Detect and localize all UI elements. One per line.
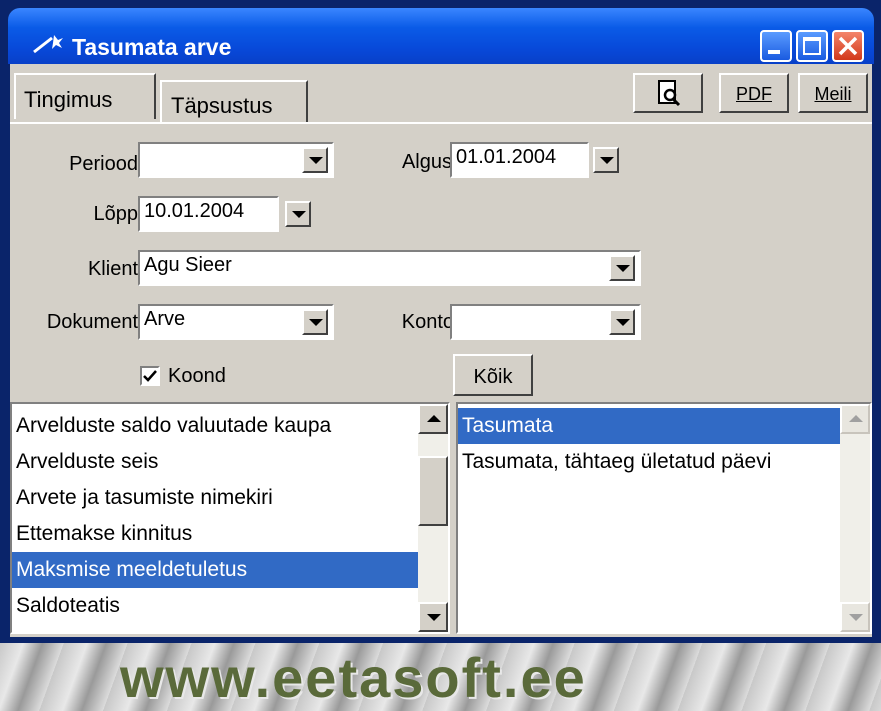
tab-tapsustus[interactable]: Täpsustus xyxy=(160,80,308,122)
client-select[interactable]: Agu Sieer xyxy=(138,250,641,286)
scroll-up-button[interactable] xyxy=(840,404,870,434)
website-banner: www.eetasoft.ee xyxy=(0,643,881,711)
start-label: Algus xyxy=(401,151,452,173)
document-dropdown-button[interactable] xyxy=(302,309,328,335)
window-title: Tasumata arve xyxy=(72,34,232,60)
list-item[interactable]: Arvelduste saldo valuutade kaupa xyxy=(12,408,418,444)
minimize-icon xyxy=(768,50,780,54)
close-icon xyxy=(838,36,858,56)
start-date-picker-button[interactable] xyxy=(593,147,619,173)
list-item[interactable]: Tasumata xyxy=(458,408,844,444)
tab-label: Tingimus xyxy=(24,87,113,112)
title-bar[interactable]: Tasumata arve xyxy=(8,8,874,64)
maximize-icon xyxy=(803,37,821,55)
subreport-list[interactable]: Tasumata Tasumata, tähtaeg ületatud päevi xyxy=(456,402,872,634)
start-date-value: 01.01.2004 xyxy=(456,146,557,168)
list-item[interactable]: Tasumata, tähtaeg ületatud päevi xyxy=(458,444,844,480)
period-label: Periood xyxy=(69,153,138,175)
scroll-thumb[interactable] xyxy=(418,456,448,526)
dialog-body: Täpsustus Tingimus PDF Meili Periood Alg… xyxy=(10,64,872,637)
list-item[interactable]: Maksmise meeldetuletus xyxy=(12,552,418,588)
summary-checkbox[interactable] xyxy=(140,366,160,386)
pdf-button-label: PDF xyxy=(736,84,772,104)
end-label: Lõpp xyxy=(93,203,139,225)
list-item[interactable]: Ettemakse kinnitus xyxy=(12,516,418,552)
client-value: Agu Sieer xyxy=(144,254,232,276)
print-preview-icon xyxy=(658,80,681,107)
app-window: Tasumata arve Täpsustus Tingimus PDF Mei… xyxy=(0,0,881,643)
checkmark-icon xyxy=(143,370,157,382)
tab-panel-border xyxy=(10,122,872,124)
mail-button-label: Meili xyxy=(814,84,852,104)
banner-text: www.eetasoft.ee xyxy=(120,646,587,709)
all-button-label: Kõik xyxy=(473,366,513,388)
period-dropdown-button[interactable] xyxy=(302,147,328,173)
client-dropdown-button[interactable] xyxy=(609,255,635,281)
pdf-button[interactable]: PDF xyxy=(719,73,789,113)
report-list[interactable]: Arvelduste saldo valuutade kaupa Arveldus… xyxy=(10,402,450,634)
start-date-field[interactable]: 01.01.2004 xyxy=(450,142,589,178)
tab-tingimus[interactable]: Tingimus xyxy=(14,73,156,119)
mail-button[interactable]: Meili xyxy=(798,73,868,113)
minimize-button[interactable] xyxy=(760,30,792,62)
account-label: Konto xyxy=(401,311,454,333)
list-item[interactable]: Saldoteatis xyxy=(12,588,418,624)
scroll-down-button[interactable] xyxy=(840,602,870,632)
preview-button[interactable] xyxy=(633,73,703,113)
document-value: Arve xyxy=(144,308,186,330)
all-button[interactable]: Kõik xyxy=(453,354,533,396)
list-item[interactable]: Arvete ja tasumiste nimekiri xyxy=(12,480,418,516)
scroll-down-button[interactable] xyxy=(418,602,448,632)
close-button[interactable] xyxy=(832,30,864,62)
client-label: Klient xyxy=(87,258,138,280)
end-date-value: 10.01.2004 xyxy=(144,200,245,222)
scroll-up-button[interactable] xyxy=(418,404,448,434)
document-label: Dokument xyxy=(46,311,138,333)
maximize-button[interactable] xyxy=(796,30,828,62)
end-date-picker-button[interactable] xyxy=(285,201,311,227)
list-item[interactable]: Arvelduste seis xyxy=(12,444,418,480)
subreport-list-scrollbar[interactable] xyxy=(840,404,870,632)
report-list-scrollbar[interactable] xyxy=(418,404,448,632)
wand-icon xyxy=(33,35,63,54)
summary-label: Koond xyxy=(168,365,226,387)
account-dropdown-button[interactable] xyxy=(609,309,635,335)
tab-label: Täpsustus xyxy=(171,93,273,118)
end-date-field[interactable]: 10.01.2004 xyxy=(138,196,279,232)
